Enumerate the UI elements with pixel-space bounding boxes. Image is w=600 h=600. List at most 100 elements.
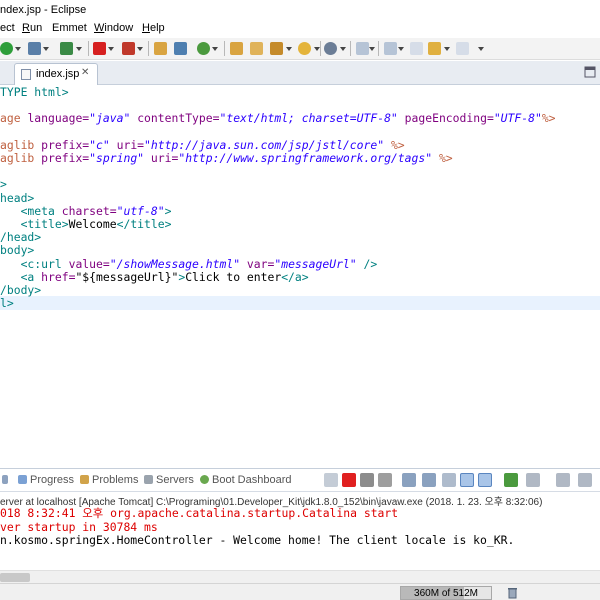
code-line[interactable]: aglib prefix="c" uri="http://java.sun.co… bbox=[0, 137, 405, 152]
code-token: %> bbox=[438, 151, 453, 165]
code-line[interactable]: <meta charset="utf-8"> bbox=[0, 203, 172, 218]
tab-progress[interactable]: Progress bbox=[18, 474, 74, 486]
code-token: uri= bbox=[116, 137, 145, 152]
refresh-icon[interactable] bbox=[270, 42, 283, 55]
editor-tab-strip: index.jsp ✕ bbox=[0, 61, 600, 85]
bottom-panel-tabs: Progress Problems Servers Boot Dashboard bbox=[0, 468, 600, 492]
code-line[interactable]: age language="java" contentType="text/ht… bbox=[0, 112, 556, 125]
menu-help[interactable]: Help bbox=[142, 22, 165, 34]
display-console-icon[interactable] bbox=[526, 473, 540, 487]
debug-dropdown-icon[interactable] bbox=[43, 47, 49, 51]
code-line[interactable]: > bbox=[0, 178, 7, 191]
tab-problems[interactable]: Problems bbox=[80, 474, 138, 486]
pin-console-icon[interactable] bbox=[504, 473, 518, 487]
external-dropdown-icon[interactable] bbox=[76, 47, 82, 51]
search-icon[interactable] bbox=[197, 42, 210, 55]
code-line[interactable]: <c:url value="/showMessage.html" var="me… bbox=[0, 257, 378, 271]
code-line[interactable]: /body> bbox=[0, 284, 41, 297]
settings-icon[interactable] bbox=[298, 42, 311, 55]
code-line[interactable]: <a href="${messageUrl}">Click to enter</… bbox=[0, 269, 309, 284]
console-tab-edge[interactable] bbox=[2, 474, 11, 486]
code-token: </a> bbox=[281, 269, 309, 284]
title-bar: ndex.jsp - Eclipse bbox=[0, 0, 600, 20]
scrollbar-thumb[interactable] bbox=[0, 573, 30, 582]
code-line[interactable]: /head> bbox=[0, 231, 41, 244]
run-icon[interactable] bbox=[0, 42, 13, 55]
show-stderr-icon[interactable] bbox=[478, 473, 492, 487]
code-token: "http://java.sun.com/jsp/jstl/core" bbox=[144, 137, 385, 152]
prev-annotation-icon[interactable] bbox=[384, 42, 397, 55]
search-dropdown-icon[interactable] bbox=[212, 47, 218, 51]
view-menu-icon[interactable] bbox=[578, 473, 592, 487]
trash-icon[interactable] bbox=[506, 586, 519, 599]
next-annotation-icon[interactable] bbox=[356, 42, 369, 55]
code-token: Welcome bbox=[68, 217, 117, 231]
code-line[interactable]: TYPE html> bbox=[0, 86, 69, 99]
code-line[interactable]: head> bbox=[0, 191, 34, 205]
server-icon[interactable] bbox=[122, 42, 135, 55]
prev-annotation-dropdown-icon[interactable] bbox=[398, 47, 404, 51]
clear-console-icon[interactable] bbox=[402, 473, 416, 487]
code-token: age bbox=[0, 111, 28, 126]
code-line[interactable]: l> bbox=[0, 297, 14, 310]
code-token: "spring" bbox=[89, 151, 145, 165]
word-wrap-icon[interactable] bbox=[442, 473, 456, 487]
editor-tab-index-jsp[interactable]: index.jsp ✕ bbox=[14, 63, 98, 85]
eclipse-window: ndex.jsp - Eclipse ect Run Emmet Window … bbox=[0, 0, 600, 600]
code-token: charset= bbox=[61, 203, 117, 218]
debug-icon[interactable] bbox=[28, 42, 41, 55]
code-editor[interactable]: TYPE html> age language="java" contentTyp… bbox=[0, 85, 600, 465]
terminate-icon[interactable] bbox=[342, 473, 356, 487]
forward-icon[interactable] bbox=[456, 42, 469, 55]
external-tools-icon[interactable] bbox=[60, 42, 73, 55]
remove-launch-icon[interactable] bbox=[360, 473, 374, 487]
stop-icon[interactable] bbox=[93, 42, 106, 55]
remove-all-icon[interactable] bbox=[378, 473, 392, 487]
main-toolbar bbox=[0, 38, 600, 60]
back-dropdown-icon[interactable] bbox=[444, 47, 450, 51]
menu-window[interactable]: Window bbox=[94, 22, 133, 34]
open-console-icon[interactable] bbox=[556, 473, 570, 487]
open-task-icon[interactable] bbox=[250, 42, 263, 55]
console-output[interactable]: 018 8:32:41 오후 org.apache.catalina.start… bbox=[0, 507, 600, 567]
menu-run[interactable]: Run bbox=[22, 22, 42, 34]
globe-dropdown-icon[interactable] bbox=[340, 47, 346, 51]
code-line[interactable]: <title>Welcome</title> bbox=[0, 217, 172, 231]
menu-bar: ect Run Emmet Window Help bbox=[0, 20, 600, 38]
back-icon[interactable] bbox=[428, 42, 441, 55]
run-dropdown-icon[interactable] bbox=[15, 47, 21, 51]
heap-status[interactable]: 360M of 512M bbox=[400, 586, 492, 600]
close-icon[interactable]: ✕ bbox=[81, 67, 89, 78]
code-token: prefix= bbox=[41, 151, 90, 165]
code-token: <a bbox=[20, 269, 42, 284]
scroll-lock-icon[interactable] bbox=[422, 473, 436, 487]
menu-project[interactable]: ect bbox=[0, 22, 15, 34]
menu-emmet[interactable]: Emmet bbox=[52, 22, 87, 34]
console-horizontal-scrollbar[interactable] bbox=[0, 570, 600, 583]
code-line[interactable]: aglib prefix="spring" uri="http://www.sp… bbox=[0, 152, 453, 165]
code-token: "java" bbox=[89, 111, 131, 126]
next-annotation-dropdown-icon[interactable] bbox=[369, 47, 375, 51]
server-dropdown-icon[interactable] bbox=[137, 47, 143, 51]
open-folder-icon[interactable] bbox=[230, 42, 243, 55]
open-type-icon[interactable] bbox=[154, 42, 167, 55]
progress-icon bbox=[18, 475, 27, 484]
code-line[interactable]: body> bbox=[0, 244, 34, 257]
forward-dropdown-icon[interactable] bbox=[478, 47, 484, 51]
terminate-all-icon[interactable] bbox=[324, 473, 338, 487]
tab-boot-dashboard[interactable]: Boot Dashboard bbox=[200, 474, 292, 486]
last-edit-icon[interactable] bbox=[410, 42, 423, 55]
new-wizard-icon[interactable] bbox=[174, 42, 187, 55]
show-stdout-icon[interactable] bbox=[460, 473, 474, 487]
code-token: pageEncoding= bbox=[404, 111, 494, 126]
code-token: "c" bbox=[89, 137, 110, 152]
globe-icon[interactable] bbox=[324, 42, 337, 55]
refresh-dropdown-icon[interactable] bbox=[286, 47, 292, 51]
stop-dropdown-icon[interactable] bbox=[108, 47, 114, 51]
tab-servers[interactable]: Servers bbox=[144, 474, 194, 486]
maximize-icon[interactable] bbox=[584, 66, 596, 78]
